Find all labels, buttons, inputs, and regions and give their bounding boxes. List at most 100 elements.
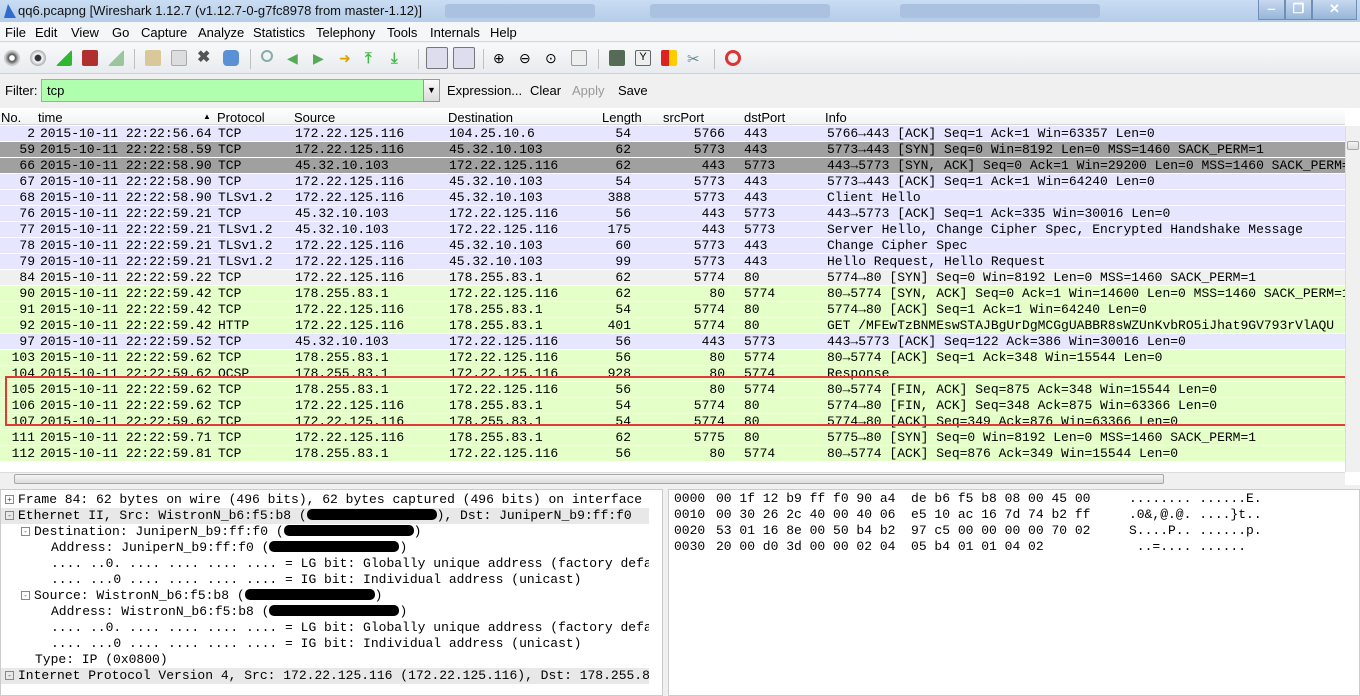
packet-row[interactable]: 68 2015-10-11 22:22:58.90 TLSv1.2 172.22.12… [0,190,1345,206]
packet-row[interactable]: 106 2015-10-11 22:22:59.62 TCP 172.22.125.1… [0,398,1345,414]
display-filter-input[interactable]: tcp [41,79,427,102]
apply-button[interactable]: Apply [572,83,605,98]
detail-tree-item[interactable]: - Destination: JuniperN_b9:ff:f0 () [1,524,649,540]
close-button[interactable]: ✕ [1312,0,1357,20]
save-filter-button[interactable]: Save [618,83,648,98]
expand-icon[interactable]: + [5,495,14,504]
capture-filters-icon[interactable] [609,50,625,66]
packet-list-horizontal-scrollbar[interactable] [0,472,1345,485]
column-header-time[interactable]: time [38,110,63,125]
detail-tree-item[interactable]: .... ...0 .... .... .... .... = IG bit: … [1,636,649,652]
collapse-icon[interactable]: - [5,671,14,680]
column-header-srcport[interactable]: srcPort [663,110,704,125]
auto-scroll-icon[interactable] [453,47,475,69]
open-file-icon[interactable] [145,50,161,66]
restart-capture-icon[interactable] [108,50,124,66]
clear-button[interactable]: Clear [530,83,561,98]
packet-row[interactable]: 84 2015-10-11 22:22:59.22 TCP 172.22.125.11… [0,270,1345,286]
column-header-source[interactable]: Source [294,110,335,125]
menu-go[interactable]: Go [112,25,129,40]
packet-row[interactable]: 105 2015-10-11 22:22:59.62 TCP 178.255.83.1… [0,382,1345,398]
stop-capture-icon[interactable] [82,50,98,66]
collapse-icon[interactable]: - [21,527,30,536]
menu-statistics[interactable]: Statistics [253,25,305,40]
zoom-normal-icon[interactable]: ⊙ [545,50,561,66]
column-header-dstport[interactable]: dstPort [744,110,785,125]
packet-row[interactable]: 79 2015-10-11 22:22:59.21 TLSv1.2 172.22.12… [0,254,1345,270]
reload-icon[interactable] [223,50,239,66]
packet-row[interactable]: 78 2015-10-11 22:22:59.21 TLSv1.2 172.22.12… [0,238,1345,254]
packet-row[interactable]: 66 2015-10-11 22:22:58.90 TCP 45.32.10.103 1… [0,158,1345,174]
collapse-icon[interactable]: - [5,511,14,520]
menu-analyze[interactable]: Analyze [198,25,244,40]
packet-row[interactable]: 112 2015-10-11 22:22:59.81 TCP 178.255.83.1… [0,446,1345,462]
detail-tree-item[interactable]: - Ethernet II, Src: WistronN_b6:f5:b8 (),… [1,508,649,524]
packet-row[interactable]: 107 2015-10-11 22:22:59.62 TCP 172.22.125.1… [0,414,1345,430]
packet-row[interactable]: 67 2015-10-11 22:22:58.90 TCP 172.22.125.11… [0,174,1345,190]
resize-columns-icon[interactable] [571,50,587,66]
go-first-icon[interactable]: ⤒ [365,50,381,67]
detail-tree-item[interactable]: .... ...0 .... .... .... .... = IG bit: … [1,572,649,588]
menu-internals[interactable]: Internals [430,25,480,40]
display-filters-icon[interactable]: Y [635,50,651,66]
go-back-icon[interactable]: ◀ [287,50,303,66]
minimize-button[interactable]: ‒ [1258,0,1285,20]
zoom-in-icon[interactable]: ⊕ [493,50,509,66]
detail-tree-item[interactable]: Address: WistronN_b6:f5:b8 () [1,604,649,620]
go-forward-icon[interactable]: ▶ [313,50,329,66]
menu-view[interactable]: View [71,25,99,40]
detail-tree-item[interactable]: - Source: WistronN_b6:f5:b8 () [1,588,649,604]
capture-options-icon[interactable] [30,50,46,66]
column-header-no[interactable]: No. [1,110,21,125]
go-last-icon[interactable]: ⤓ [391,50,407,67]
go-to-packet-icon[interactable]: ➜ [339,50,355,66]
packet-row[interactable]: 104 2015-10-11 22:22:59.62 OCSP 178.255.83.… [0,366,1345,382]
detail-tree-item[interactable]: Address: JuniperN_b9:ff:f0 () [1,540,649,556]
close-file-icon[interactable]: ✖ [197,50,213,66]
start-capture-icon[interactable] [56,50,72,66]
menu-telephony[interactable]: Telephony [316,25,375,40]
menu-capture[interactable]: Capture [141,25,187,40]
expression-button[interactable]: Expression... [447,83,522,98]
packet-row[interactable]: 2 2015-10-11 22:22:56.64 TCP 172.22.125.116… [0,126,1345,142]
packet-row[interactable]: 92 2015-10-11 22:22:59.42 HTTP 172.22.125.1… [0,318,1345,334]
packet-row[interactable]: 59 2015-10-11 22:22:58.59 TCP 172.22.125.11… [0,142,1345,158]
save-file-icon[interactable] [171,50,187,66]
detail-tree-item[interactable]: Type: IP (0x0800) [1,652,649,668]
coloring-rules-icon[interactable] [661,50,677,66]
packet-row[interactable]: 91 2015-10-11 22:22:59.42 TCP 172.22.125.11… [0,302,1345,318]
menu-edit[interactable]: Edit [35,25,57,40]
menu-tools[interactable]: Tools [387,25,417,40]
menu-file[interactable]: File [5,25,26,40]
packet-row[interactable]: 103 2015-10-11 22:22:59.62 TCP 178.255.83.1… [0,350,1345,366]
column-header-info[interactable]: Info [825,110,847,125]
find-packet-icon[interactable] [261,50,273,62]
packet-list-vertical-scrollbar[interactable] [1345,126,1360,472]
help-icon[interactable] [725,50,741,66]
scrollbar-thumb[interactable] [1347,141,1359,150]
preferences-icon[interactable]: ✂ [687,50,703,68]
zoom-out-icon[interactable]: ⊖ [519,50,535,66]
scrollbar-thumb[interactable] [14,474,1164,484]
main-toolbar: ✖ ◀ ▶ ➜ ⤒ ⤓ ⊕ ⊖ ⊙ Y ✂ [0,43,1360,74]
menu-help[interactable]: Help [490,25,517,40]
packet-row[interactable]: 77 2015-10-11 22:22:59.21 TLSv1.2 45.32.10.… [0,222,1345,238]
detail-tree-item[interactable]: - Internet Protocol Version 4, Src: 172.2… [1,668,649,684]
packet-row[interactable]: 97 2015-10-11 22:22:59.52 TCP 45.32.10.103 1… [0,334,1345,350]
cell-protocol: TCP [218,174,242,189]
packet-row[interactable]: 76 2015-10-11 22:22:59.21 TCP 45.32.10.103 1… [0,206,1345,222]
packet-row[interactable]: 111 2015-10-11 22:22:59.71 TCP 172.22.125.1… [0,430,1345,446]
collapse-icon[interactable]: - [21,591,30,600]
detail-tree-item[interactable]: .... ..0. .... .... .... .... = LG bit: … [1,556,649,572]
filter-dropdown-button[interactable]: ▼ [423,79,440,102]
detail-tree-item[interactable]: .... ..0. .... .... .... .... = LG bit: … [1,620,649,636]
interface-list-icon[interactable] [4,50,20,66]
column-header-destination[interactable]: Destination [448,110,513,125]
maximize-button[interactable]: ❐ [1285,0,1312,20]
packet-row[interactable]: 90 2015-10-11 22:22:59.42 TCP 178.255.83.1 1… [0,286,1345,302]
detail-tree-item[interactable]: + Frame 84: 62 bytes on wire (496 bits), … [1,492,649,508]
colorize-icon[interactable] [426,47,448,69]
column-header-length[interactable]: Length [602,110,642,125]
cell-protocol: TCP [218,430,242,445]
column-header-protocol[interactable]: Protocol [217,110,265,125]
